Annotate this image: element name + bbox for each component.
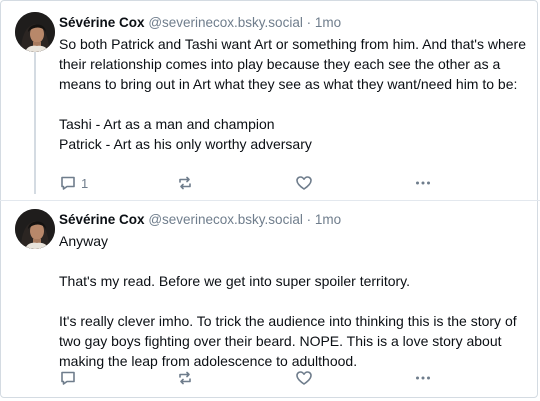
reply-button[interactable] [59, 368, 81, 388]
repost-icon [179, 371, 191, 385]
avatar[interactable] [15, 209, 55, 249]
separator: · [306, 212, 312, 227]
author-name[interactable]: Sévérine Cox [59, 212, 145, 227]
post[interactable]: Sévérine Cox @severinecox.bsky.social · … [0, 200, 540, 401]
more-icon [416, 181, 430, 185]
reply-icon [61, 176, 75, 190]
avatar[interactable] [15, 12, 55, 52]
like-button[interactable] [295, 368, 313, 388]
separator: · [306, 15, 312, 30]
author-handle[interactable]: @severinecox.bsky.social [148, 212, 303, 227]
repost-button[interactable] [176, 173, 194, 193]
more-icon [416, 376, 430, 380]
post[interactable]: Sévérine Cox @severinecox.bsky.social · … [0, 0, 540, 200]
post-actions: 1 [59, 173, 439, 193]
post-header: Sévérine Cox @severinecox.bsky.social · … [59, 211, 530, 229]
like-icon [296, 176, 312, 190]
reply-button[interactable]: 1 [59, 173, 88, 193]
post-paragraph: It's really clever imho. To trick the au… [59, 313, 517, 369]
timestamp[interactable]: 1mo [315, 212, 341, 227]
post-text: Anyway That's my read. Before we get int… [59, 231, 529, 371]
like-icon [296, 371, 312, 385]
post-paragraph: So both Patrick and Tashi want Art or so… [59, 36, 526, 92]
timestamp[interactable]: 1mo [315, 15, 341, 30]
reply-icon [61, 371, 75, 385]
thread-line [34, 52, 36, 194]
reply-count: 1 [81, 175, 89, 191]
author-handle[interactable]: @severinecox.bsky.social [148, 15, 303, 30]
like-button[interactable] [295, 173, 313, 193]
post-text: So both Patrick and Tashi want Art or so… [59, 34, 529, 154]
repost-icon [179, 176, 191, 190]
post-header: Sévérine Cox @severinecox.bsky.social · … [59, 14, 530, 32]
author-name[interactable]: Sévérine Cox [59, 15, 145, 30]
post-paragraph: Patrick - Art as his only worthy adversa… [59, 136, 312, 152]
post-actions [59, 368, 439, 388]
more-options-button[interactable] [414, 368, 432, 388]
post-paragraph: That's my read. Before we get into super… [59, 273, 411, 289]
post-paragraph: Tashi - Art as a man and champion [59, 116, 275, 132]
repost-button[interactable] [176, 368, 194, 388]
post-paragraph: Anyway [59, 233, 109, 249]
more-options-button[interactable] [414, 173, 432, 193]
